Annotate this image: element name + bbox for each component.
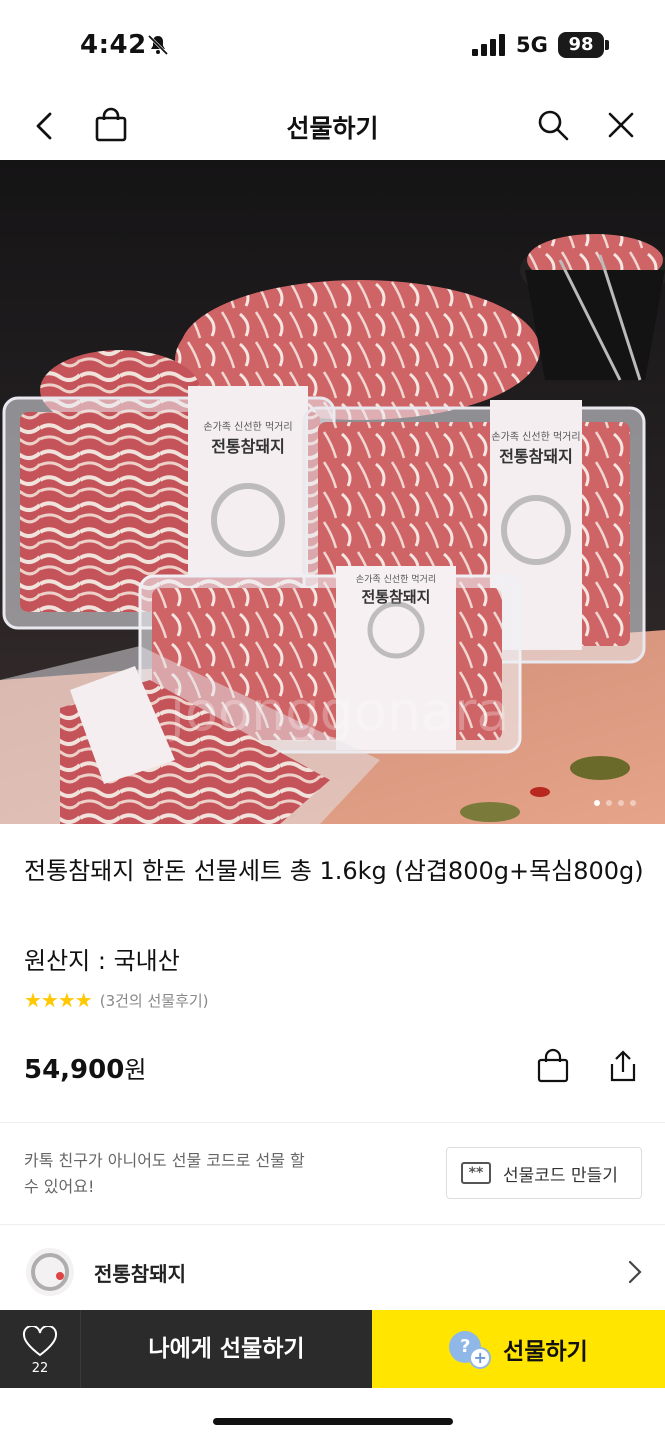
battery-tip [605,40,609,50]
price: 54,900원 [24,1050,146,1085]
create-gift-code-button[interactable]: ** 선물코드 만들기 [446,1147,642,1199]
package-label-top: 손가족 신선한 먹거리 [491,431,580,443]
status-time: 4:42 [80,30,147,60]
price-value: 54,900 [24,1055,125,1085]
status-bar: 4:42 5G 98 [0,0,665,92]
package-label-main: 전통참돼지 [211,437,285,456]
page-dot [618,800,624,806]
review-count[interactable]: (3건의 선물후기) [100,990,209,1011]
chevron-right-icon [628,1260,642,1284]
share-icon[interactable] [606,1048,640,1084]
like-count: 22 [31,1361,49,1376]
like-button[interactable]: 22 [0,1310,80,1388]
page-dot [606,800,612,806]
code-icon: ** [461,1162,491,1184]
heart-icon [22,1326,58,1357]
product-origin: 원산지 : 국내산 [24,947,180,975]
divider [0,1224,665,1225]
bottom-action-bar: 22 나에게 선물하기 ? + 선물하기 [0,1310,665,1388]
watermark: joonggonara [169,680,510,743]
search-icon[interactable] [534,106,572,144]
product-image[interactable]: 손가족 신선한 먹거리 전통참돼지 손가족 신선한 먹거리 전통참돼지 손가족 … [0,160,665,824]
create-gift-code-label: 선물코드 만들기 [503,1165,618,1186]
page-dot [630,800,636,806]
send-gift-label: 선물하기 [503,1339,588,1365]
package-label-main: 전통참돼지 [499,447,573,466]
store-name: 전통참돼지 [94,1262,186,1286]
package-label-top: 손가족 신선한 먹거리 [203,421,292,433]
battery-icon: 98 [558,32,604,58]
cart-bag-icon[interactable] [536,1048,570,1084]
top-nav: 선물하기 [0,92,665,160]
bell-muted-icon [147,34,169,56]
product-name: 전통참돼지 한돈 선물세트 총 1.6kg (삼겹800g+목심800g) [24,857,644,885]
product-photo: 손가족 신선한 먹거리 전통참돼지 손가족 신선한 먹거리 전통참돼지 손가족 … [0,160,665,824]
star-rating-icon: ★★★★ [24,988,93,1012]
page-dot [594,800,600,806]
rating[interactable]: ★★★★ (3건의 선물후기) [24,988,209,1012]
store-row[interactable]: 전통참돼지 [0,1226,665,1312]
close-icon[interactable] [602,106,640,144]
store-logo [26,1248,74,1296]
network-label: 5G [516,33,548,57]
divider [0,1122,665,1123]
home-indicator [213,1418,453,1425]
gift-friend-icon: ? + [449,1327,493,1371]
gift-code-info: 카톡 친구가 아니어도 선물 코드로 선물 할 수 있어요! [24,1151,305,1196]
price-currency: 원 [124,1056,147,1084]
signal-icon [472,34,505,56]
package-label-top: 손가족 신선한 먹거리 [356,574,436,585]
send-gift-button[interactable]: ? + 선물하기 [372,1310,665,1388]
image-pagination [594,800,636,806]
gift-to-me-button[interactable]: 나에게 선물하기 [80,1310,372,1388]
